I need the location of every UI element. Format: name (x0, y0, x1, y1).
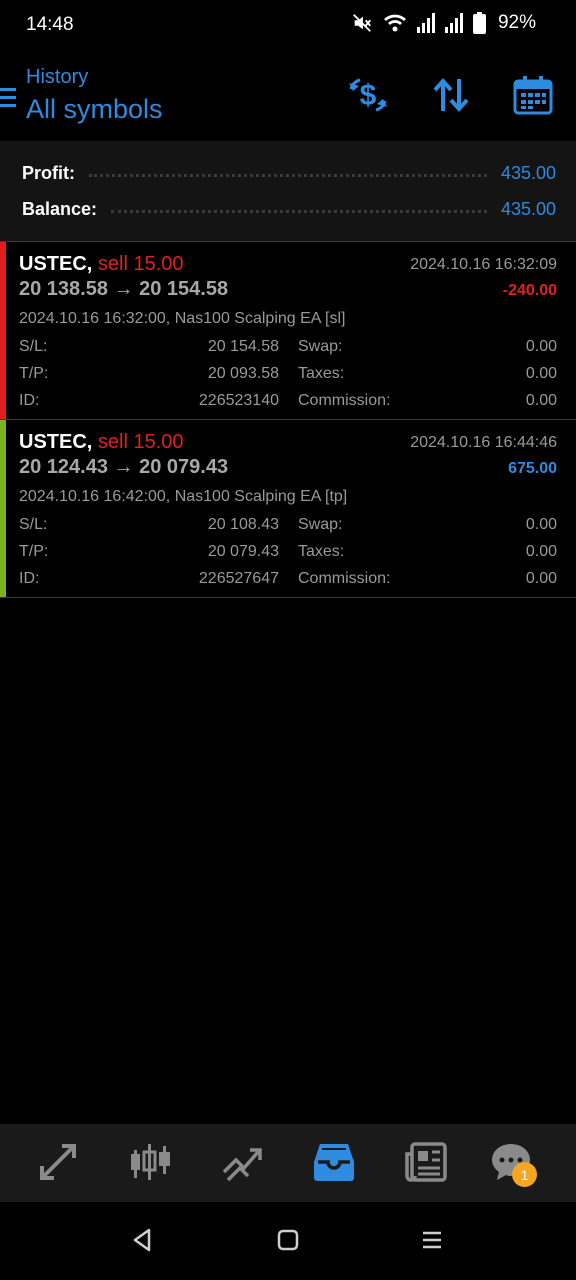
deal-profit: 675.00 (508, 460, 557, 477)
id-label: ID: (19, 392, 40, 409)
status-time: 14:48 (26, 14, 74, 35)
deal-comment: 2024.10.16 16:42:00, Nas100 Scalping EA … (19, 488, 348, 505)
sl-value: 20 108.43 (207, 516, 279, 533)
deal-symbol: USTEC, (19, 253, 93, 275)
deal-side: sell 15.00 (97, 431, 184, 453)
deal-detail-row: S/L: 20 108.43 Swap: 0.00 (19, 516, 557, 538)
swap-value: 0.00 (525, 516, 557, 533)
tp-value: 20 079.43 (207, 543, 279, 560)
summary-panel: Profit: 435.00 Balance: 435.00 (0, 141, 576, 241)
tp-label: T/P: (19, 543, 49, 560)
page-title[interactable]: All symbols (26, 94, 163, 125)
back-button[interactable] (124, 1224, 160, 1260)
mute-icon (351, 12, 373, 34)
chart-icon (128, 1140, 172, 1189)
quotes-icon (36, 1140, 80, 1189)
history-icon (312, 1140, 356, 1189)
deal-side: sell 15.00 (97, 253, 184, 275)
deal-header: USTEC, sell 15.00 (19, 253, 184, 276)
deal-detail-row: T/P: 20 093.58 Taxes: 0.00 (19, 365, 557, 387)
tp-label: T/P: (19, 365, 49, 382)
id-value: 226527647 (198, 570, 279, 587)
deal-detail-row: ID: 226527647 Commission: 0.00 (19, 570, 557, 592)
sl-value: 20 154.58 (207, 338, 279, 355)
deal-detail-row: S/L: 20 154.58 Swap: 0.00 (19, 338, 557, 360)
currency-exchange-button[interactable]: $ (345, 74, 391, 120)
swap-label: Swap: (298, 516, 343, 533)
nav-trade[interactable] (218, 1140, 266, 1188)
taxes-label: Taxes: (298, 543, 345, 560)
deal-prices: 20 124.43 → 20 079.43 (19, 456, 229, 478)
recents-button[interactable] (414, 1224, 450, 1260)
nav-quotes[interactable] (34, 1140, 82, 1188)
nav-chart[interactable] (126, 1140, 174, 1188)
deal-time: 2024.10.16 16:44:46 (410, 434, 557, 451)
wifi-icon (383, 12, 407, 34)
bottom-nav (0, 1124, 576, 1202)
dotted-leader (89, 173, 487, 177)
deal-time: 2024.10.16 16:32:09 (410, 256, 557, 273)
deal-comment: 2024.10.16 16:32:00, Nas100 Scalping EA … (19, 310, 346, 327)
deal-detail-row: T/P: 20 079.43 Taxes: 0.00 (19, 543, 557, 565)
home-icon (276, 1228, 300, 1257)
menu-icon[interactable] (0, 86, 18, 115)
commission-value: 0.00 (525, 392, 557, 409)
system-nav-bar (0, 1202, 576, 1280)
trade-icon (220, 1140, 264, 1189)
profit-value: 435.00 (500, 162, 556, 183)
balance-row: Balance: 435.00 (22, 196, 556, 222)
swap-value: 0.00 (525, 338, 557, 355)
battery-icon (472, 12, 486, 34)
profit-row: Profit: 435.00 (22, 160, 556, 186)
deal-detail-row: ID: 226523140 Commission: 0.00 (19, 392, 557, 414)
app-header: History All symbols $ (0, 56, 576, 140)
status-bar: 14:48 92% (0, 0, 576, 52)
deal-status-bar (0, 420, 6, 597)
deal-row[interactable]: USTEC, sell 15.00 2024.10.16 16:44:46 20… (0, 420, 576, 598)
nav-history[interactable] (310, 1140, 358, 1188)
signal-icon (416, 13, 435, 33)
deal-profit: -240.00 (502, 282, 557, 299)
deal-status-bar (0, 242, 6, 419)
commission-label: Commission: (298, 570, 391, 587)
swap-label: Swap: (298, 338, 343, 355)
home-button[interactable] (270, 1224, 306, 1260)
calendar-button[interactable] (510, 74, 556, 120)
recents-icon (420, 1228, 444, 1257)
battery-percentage: 92% (497, 12, 536, 33)
news-icon (404, 1140, 448, 1189)
currency-exchange-icon: $ (347, 75, 389, 120)
deal-header: USTEC, sell 15.00 (19, 431, 184, 454)
page-subtitle: History (26, 66, 89, 88)
deal-row[interactable]: USTEC, sell 15.00 2024.10.16 16:32:09 20… (0, 242, 576, 420)
taxes-value: 0.00 (525, 543, 557, 560)
sl-label: S/L: (19, 516, 48, 533)
svg-text:$: $ (360, 79, 377, 112)
commission-label: Commission: (298, 392, 391, 409)
deal-symbol: USTEC, (19, 431, 93, 453)
calendar-icon (513, 75, 553, 120)
id-label: ID: (19, 570, 40, 587)
back-icon (130, 1227, 154, 1258)
balance-label: Balance: (22, 198, 98, 219)
nav-news[interactable] (402, 1140, 450, 1188)
sort-icon (432, 77, 470, 118)
sort-button[interactable] (428, 74, 474, 120)
id-value: 226523140 (198, 392, 279, 409)
deal-prices: 20 138.58 → 20 154.58 (19, 278, 229, 300)
profit-label: Profit: (22, 162, 75, 183)
commission-value: 0.00 (525, 570, 557, 587)
taxes-label: Taxes: (298, 365, 345, 382)
notification-badge: 1 (512, 1162, 537, 1187)
sl-label: S/L: (19, 338, 48, 355)
balance-value: 435.00 (500, 198, 556, 219)
status-icons: 92% (351, 12, 536, 34)
taxes-value: 0.00 (525, 365, 557, 382)
tp-value: 20 093.58 (207, 365, 279, 382)
dotted-leader (111, 209, 487, 213)
signal-icon (444, 13, 463, 33)
